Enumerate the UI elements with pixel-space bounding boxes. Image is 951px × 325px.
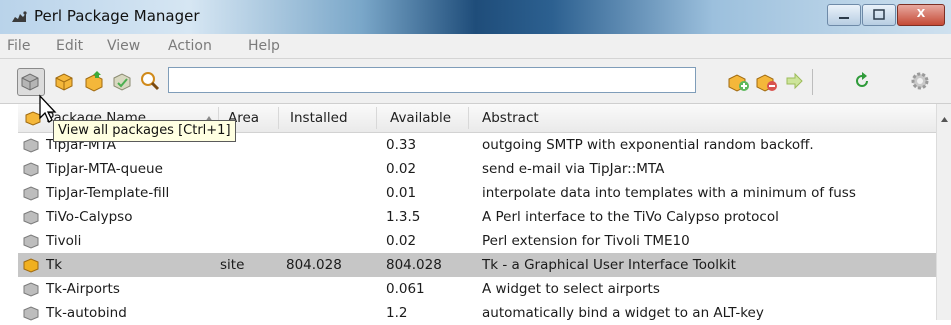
vertical-scrollbar[interactable]: [936, 104, 951, 320]
scroll-up-icon[interactable]: [937, 112, 951, 127]
cell-available: 1.3.5: [386, 209, 421, 225]
search-input[interactable]: [168, 67, 696, 93]
cell-area: site: [220, 257, 245, 273]
toolbar: [0, 59, 951, 104]
cell-package-name: TipJar-Template-fill: [46, 185, 170, 201]
cell-package-name: Tivoli: [46, 233, 82, 249]
cell-abstract: outgoing SMTP with exponential random ba…: [482, 137, 814, 153]
cell-available: 0.061: [386, 281, 425, 297]
close-icon: X: [916, 7, 926, 20]
view-packages-to-install-remove-icon: [113, 73, 131, 91]
cell-abstract: interpolate data into templates with a m…: [482, 185, 856, 201]
cell-available: 0.02: [386, 233, 417, 249]
package-icon: [23, 138, 39, 153]
refresh-icon: [856, 72, 868, 87]
maximize-icon: [873, 9, 885, 20]
menu-action[interactable]: Action: [168, 38, 212, 54]
preferences-icon: [911, 72, 929, 90]
table-row[interactable]: TipJar-Template-fill 0.01 interpolate da…: [18, 181, 936, 205]
mark-remove-button[interactable]: [754, 69, 780, 95]
cell-abstract: A widget to select airports: [482, 281, 660, 297]
mark-install-button[interactable]: [726, 69, 752, 95]
cell-installed: 804.028: [286, 257, 342, 273]
view-packages-to-install-remove-button[interactable]: [110, 69, 136, 95]
view-upgradable-packages-button[interactable]: [82, 69, 108, 95]
cell-abstract: automatically bind a widget to an ALT-ke…: [482, 305, 764, 321]
mark-install-icon: [728, 74, 749, 92]
column-divider[interactable]: [376, 107, 377, 129]
view-all-packages-button[interactable]: [17, 68, 45, 96]
package-icon: [23, 186, 39, 201]
package-icon: [23, 162, 39, 177]
package-icon: [23, 210, 39, 225]
table-row[interactable]: Tk-autobind 1.2 automatically bind a wid…: [18, 301, 936, 325]
preferences-button[interactable]: [908, 69, 934, 95]
table-row[interactable]: TiVo-Calypso 1.3.5 A Perl interface to t…: [18, 205, 936, 229]
column-abstract[interactable]: Abstract: [482, 110, 539, 126]
cell-available: 0.01: [386, 185, 417, 201]
search-button[interactable]: [138, 69, 164, 95]
package-icon: [23, 282, 39, 297]
package-icon: [23, 234, 39, 249]
package-icon: [23, 306, 39, 321]
column-divider[interactable]: [468, 107, 469, 129]
search-icon: [141, 72, 160, 91]
cell-available: 804.028: [386, 257, 442, 273]
perl-camel-icon: [12, 11, 27, 22]
cell-abstract: Perl extension for Tivoli TME10: [482, 233, 690, 249]
cell-available: 0.02: [386, 161, 417, 177]
toolbar-separator: [812, 69, 813, 95]
minimize-icon: [839, 17, 849, 19]
run-marked-actions-button[interactable]: [782, 69, 808, 95]
menu-edit[interactable]: Edit: [56, 38, 83, 54]
menu-help[interactable]: Help: [248, 38, 280, 54]
cell-abstract: A Perl interface to the TiVo Calypso pro…: [482, 209, 779, 225]
table-row[interactable]: Tivoli 0.02 Perl extension for Tivoli TM…: [18, 229, 936, 253]
table-row[interactable]: TipJar-MTA-queue 0.02 send e-mail via Ti…: [18, 157, 936, 181]
maximize-button[interactable]: [862, 4, 896, 26]
table-row-selected[interactable]: Tk site 804.028 804.028 Tk - a Graphical…: [18, 253, 936, 277]
cell-abstract: send e-mail via TipJar::MTA: [482, 161, 665, 177]
cell-available: 0.33: [386, 137, 417, 153]
close-button[interactable]: X: [897, 4, 945, 26]
cell-package-name: Tk: [46, 257, 63, 273]
menu-file[interactable]: File: [7, 38, 30, 54]
cell-package-name: Tk-autobind: [46, 305, 127, 321]
mark-remove-icon: [756, 74, 777, 92]
column-installed[interactable]: Installed: [290, 110, 348, 126]
minimize-button[interactable]: [827, 4, 861, 26]
run-marked-actions-icon: [786, 72, 803, 90]
title-bar: Perl Package Manager X: [0, 0, 951, 34]
table-row[interactable]: Tk-Airports 0.061 A widget to select air…: [18, 277, 936, 301]
cell-package-name: Tk-Airports: [46, 281, 120, 297]
menu-bar: File Edit View Action Help: [0, 34, 951, 59]
window-title: Perl Package Manager: [34, 7, 200, 25]
view-all-packages-icon: [21, 73, 39, 91]
menu-view[interactable]: View: [107, 38, 140, 54]
tooltip: View all packages [Ctrl+1]: [53, 120, 236, 142]
mouse-pointer-icon: [39, 94, 57, 123]
cell-available: 1.2: [386, 305, 408, 321]
installed-package-icon: [23, 258, 39, 273]
view-upgradable-packages-icon: [85, 71, 103, 92]
refresh-button[interactable]: [850, 69, 876, 95]
view-installed-packages-button[interactable]: [52, 69, 78, 95]
cell-package-name: TipJar-MTA-queue: [46, 161, 163, 177]
cell-package-name: TiVo-Calypso: [46, 209, 133, 225]
view-installed-packages-icon: [55, 73, 73, 91]
column-available[interactable]: Available: [390, 110, 451, 126]
column-divider[interactable]: [278, 107, 279, 129]
cell-abstract: Tk - a Graphical User Interface Toolkit: [482, 257, 736, 273]
